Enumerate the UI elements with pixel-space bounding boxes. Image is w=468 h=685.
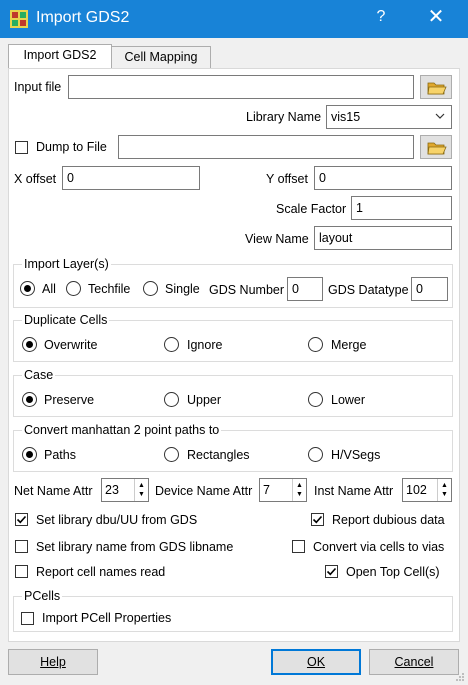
radio-hvsegs-label: H/VSegs [331, 448, 381, 462]
gds-datatype-label: GDS Datatype [328, 283, 409, 297]
case-title: Case [22, 368, 56, 382]
help-icon[interactable]: ? [374, 8, 388, 26]
library-name-label: Library Name [246, 110, 322, 124]
inst-name-attr-spinner[interactable]: 102 ▲ ▼ [402, 478, 452, 502]
gds-datatype-field[interactable]: 0 [411, 277, 448, 301]
chevron-down-icon [435, 113, 445, 119]
radio-dup-ignore[interactable] [164, 337, 179, 352]
folder-icon [427, 82, 447, 95]
radio-rectangles[interactable] [164, 447, 179, 462]
convert-vias-checkbox[interactable] [292, 540, 305, 553]
device-name-attr-value: 7 [263, 483, 270, 497]
radio-layers-single[interactable] [143, 281, 158, 296]
radio-paths-label: Paths [44, 448, 76, 462]
set-dbu-label: Set library dbu/UU from GDS [36, 513, 198, 527]
library-name-value: vis15 [331, 110, 361, 124]
radio-layers-techfile[interactable] [66, 281, 81, 296]
radio-case-lower-label: Lower [331, 393, 366, 407]
set-libname-checkbox[interactable] [15, 540, 28, 553]
checkmark-icon [16, 515, 27, 524]
spinner-arrows-icon[interactable]: ▲ ▼ [437, 479, 451, 501]
net-name-attr-label: Net Name Attr [14, 484, 93, 498]
radio-paths[interactable] [22, 447, 37, 462]
report-cell-names-checkbox[interactable] [15, 565, 28, 578]
library-name-select[interactable]: vis15 [326, 105, 452, 129]
folder-icon [427, 142, 447, 155]
radio-hvsegs[interactable] [308, 447, 323, 462]
x-offset-label: X offset [14, 172, 57, 186]
tab-cell-mapping[interactable]: Cell Mapping [111, 46, 211, 69]
radio-layers-techfile-label: Techfile [88, 282, 131, 296]
radio-layers-all-label: All [42, 282, 56, 296]
set-libname-label: Set library name from GDS libname [36, 540, 234, 554]
checkmark-icon [326, 567, 337, 576]
duplicate-cells-title: Duplicate Cells [22, 313, 110, 327]
y-offset-label: Y offset [266, 172, 308, 186]
import-pcell-props-checkbox[interactable] [21, 612, 34, 625]
device-name-attr-spinner[interactable]: 7 ▲ ▼ [259, 478, 307, 502]
help-button[interactable]: Help [8, 649, 98, 675]
set-dbu-checkbox[interactable] [15, 513, 28, 526]
tab-import-gds2[interactable]: Import GDS2 [8, 44, 112, 70]
ok-button[interactable]: OK [271, 649, 361, 675]
scale-factor-field[interactable]: 1 [351, 196, 452, 220]
import-layers-title: Import Layer(s) [22, 257, 111, 271]
spinner-arrows-icon[interactable]: ▲ ▼ [134, 479, 148, 501]
radio-layers-all[interactable] [20, 281, 35, 296]
dump-to-file-field[interactable] [118, 135, 414, 159]
radio-dup-merge[interactable] [308, 337, 323, 352]
input-file-label: Input file [14, 80, 62, 94]
close-icon[interactable]: ✕ [426, 6, 446, 28]
resize-grip-icon[interactable] [455, 671, 465, 681]
gds-number-field[interactable]: 0 [287, 277, 323, 301]
radio-case-upper[interactable] [164, 392, 179, 407]
inst-name-attr-label: Inst Name Attr [314, 484, 394, 498]
report-dubious-label: Report dubious data [332, 513, 445, 527]
browse-dump-button[interactable] [420, 135, 452, 159]
radio-dup-merge-label: Merge [331, 338, 367, 352]
radio-case-preserve-label: Preserve [44, 393, 95, 407]
ok-button-label: OK [306, 655, 326, 669]
help-button-label: Help [40, 655, 66, 669]
window-title: Import GDS2 [36, 9, 130, 26]
view-name-label: View Name [245, 232, 309, 246]
inst-name-attr-value: 102 [406, 483, 427, 497]
browse-input-button[interactable] [420, 75, 452, 99]
open-top-cells-label: Open Top Cell(s) [346, 565, 440, 579]
dump-to-file-label: Dump to File [36, 140, 107, 154]
import-pcell-props-label: Import PCell Properties [42, 611, 172, 625]
app-icon [10, 10, 28, 28]
convert-vias-label: Convert via cells to vias [313, 540, 445, 554]
scale-factor-label: Scale Factor [276, 202, 347, 216]
device-name-attr-label: Device Name Attr [155, 484, 253, 498]
cancel-button-label: Cancel [394, 655, 434, 669]
radio-dup-overwrite-label: Overwrite [44, 338, 98, 352]
radio-rectangles-label: Rectangles [187, 448, 250, 462]
radio-case-preserve[interactable] [22, 392, 37, 407]
x-offset-field[interactable]: 0 [62, 166, 200, 190]
radio-layers-single-label: Single [165, 282, 200, 296]
checkmark-icon [312, 515, 323, 524]
report-dubious-checkbox[interactable] [311, 513, 324, 526]
manhattan-title: Convert manhattan 2 point paths to [22, 423, 222, 437]
input-file-field[interactable] [68, 75, 414, 99]
pcells-title: PCells [22, 589, 63, 603]
radio-dup-overwrite[interactable] [22, 337, 37, 352]
radio-dup-ignore-label: Ignore [187, 338, 223, 352]
y-offset-field[interactable]: 0 [314, 166, 452, 190]
view-name-field[interactable]: layout [314, 226, 452, 250]
net-name-attr-spinner[interactable]: 23 ▲ ▼ [101, 478, 149, 502]
gds-number-label: GDS Number [209, 283, 285, 297]
spinner-arrows-icon[interactable]: ▲ ▼ [292, 479, 306, 501]
radio-case-upper-label: Upper [187, 393, 222, 407]
dump-to-file-checkbox[interactable] [15, 141, 28, 154]
radio-case-lower[interactable] [308, 392, 323, 407]
report-cell-names-label: Report cell names read [36, 565, 166, 579]
net-name-attr-value: 23 [105, 483, 119, 497]
title-bar: Import GDS2 ? ✕ [0, 0, 468, 38]
open-top-cells-checkbox[interactable] [325, 565, 338, 578]
cancel-button[interactable]: Cancel [369, 649, 459, 675]
